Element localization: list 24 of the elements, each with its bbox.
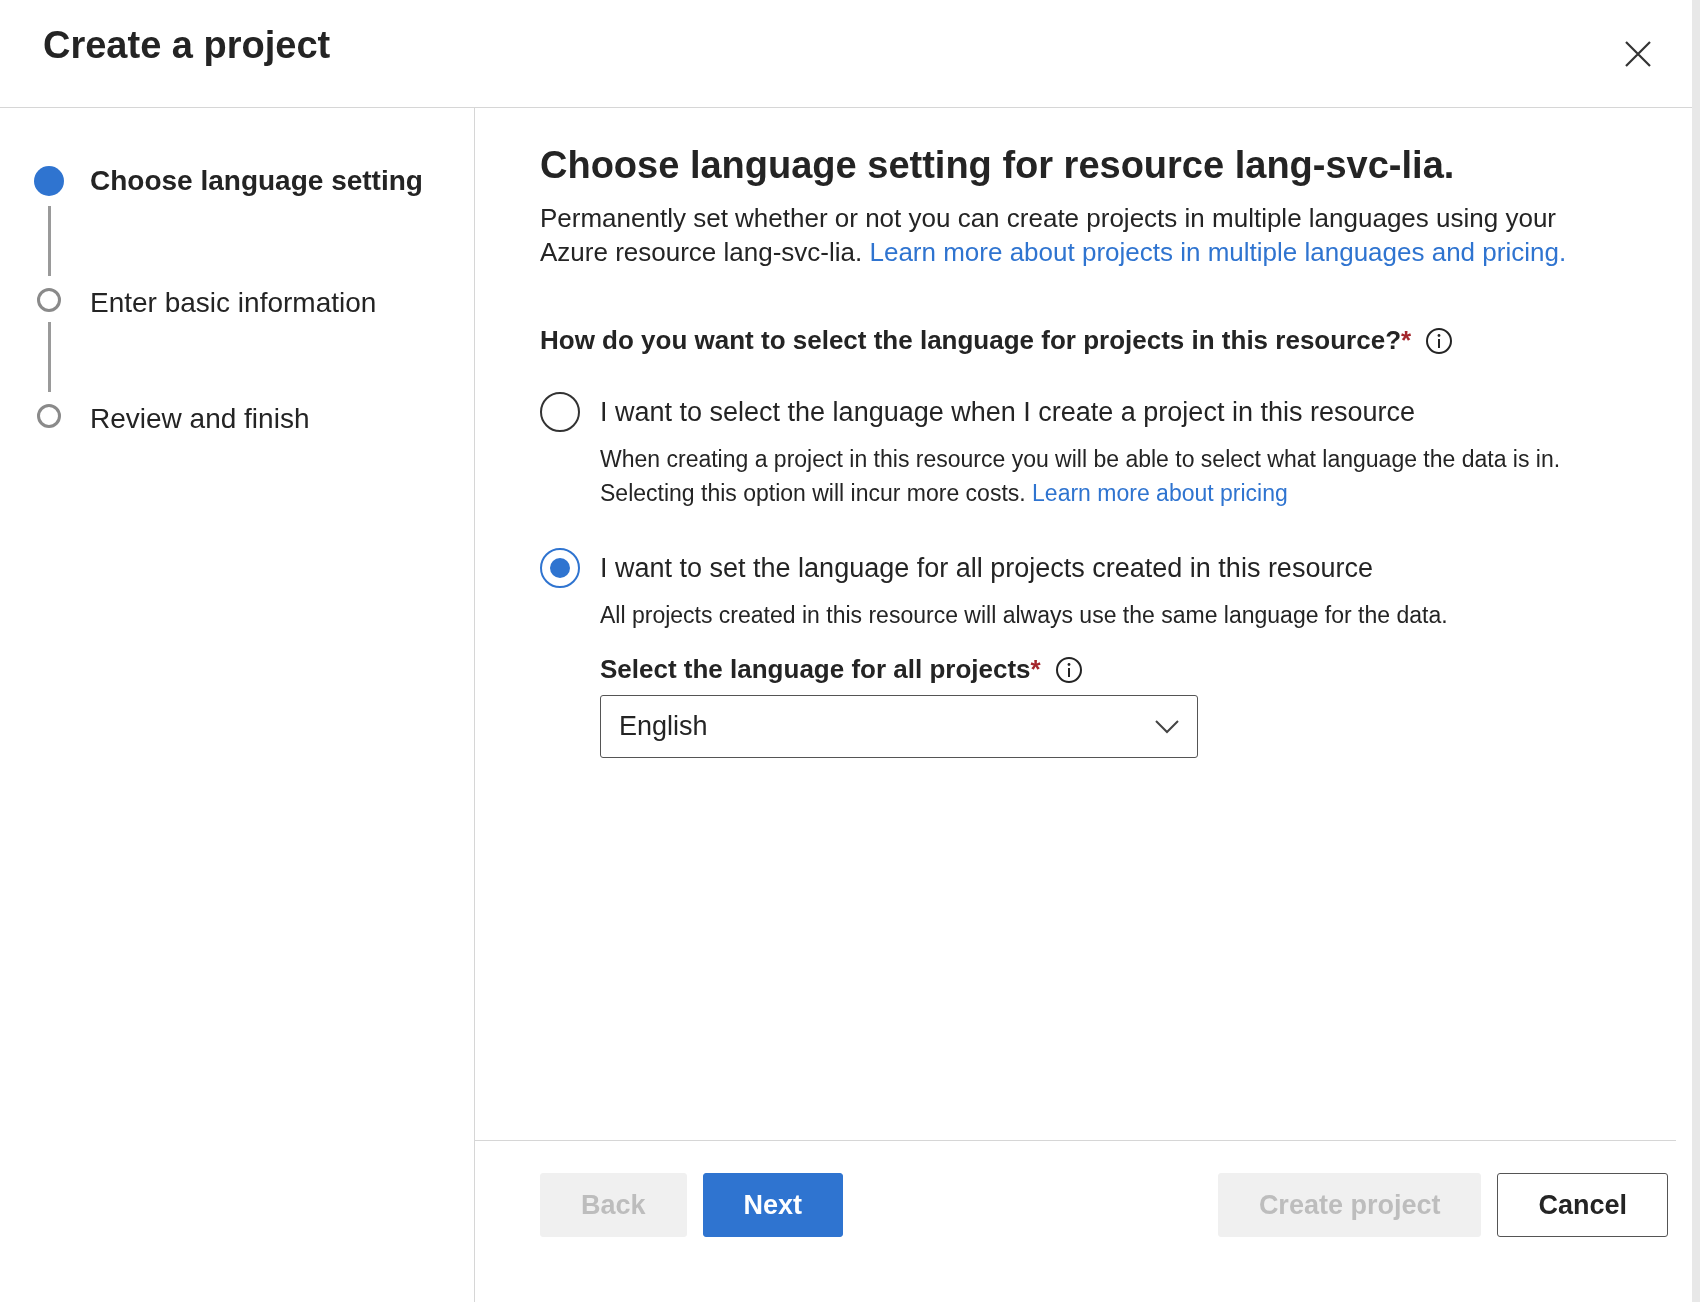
radio-button[interactable] — [540, 548, 580, 588]
scrollbar[interactable] — [1692, 0, 1700, 1302]
question-label: How do you want to select the language for projects in this resource?* — [540, 325, 1412, 356]
option-help-text: All projects created in this resource will always use the same language for the data. — [600, 601, 1448, 630]
option-label[interactable]: I want to set the language for all projects created in this resource — [600, 548, 1448, 588]
info-icon[interactable] — [1054, 655, 1083, 684]
description-text: Permanently set whether or not you can create projects in multiple languages using your Azure resource lang-svc-lia. Learn more about projects in multiple languages and pricing. — [540, 202, 1568, 269]
step-label: Enter basic information — [90, 286, 377, 320]
step-label: Review and finish — [90, 402, 310, 436]
option-help-text: When creating a project in this resource you will be able to select what language the data is in. Selecting this option will incur more costs. Learn more about pricing — [600, 445, 1562, 508]
primary-button[interactable]: Next — [702, 1173, 844, 1237]
info-icon[interactable] — [1425, 326, 1454, 355]
secondary-button[interactable]: Cancel — [1497, 1173, 1668, 1237]
close-icon — [1624, 40, 1652, 68]
radio-button[interactable] — [540, 392, 580, 432]
chevron-down-icon — [1155, 719, 1179, 734]
section-heading: Choose language setting for resource lang-svc-lia. — [540, 144, 1456, 187]
learn-more-link[interactable]: Learn more about projects in multiple languages and pricing. — [869, 237, 1567, 267]
pricing-link[interactable]: Learn more about pricing — [1032, 480, 1288, 506]
dialog-title: Create a project — [43, 24, 331, 67]
option-label[interactable]: I want to select the language when I create a project in this resource — [600, 392, 1656, 432]
step-label: Choose language setting — [90, 164, 423, 198]
select-label: Select the language for all projects* — [600, 654, 1041, 685]
language-dropdown[interactable]: English — [600, 695, 1198, 758]
